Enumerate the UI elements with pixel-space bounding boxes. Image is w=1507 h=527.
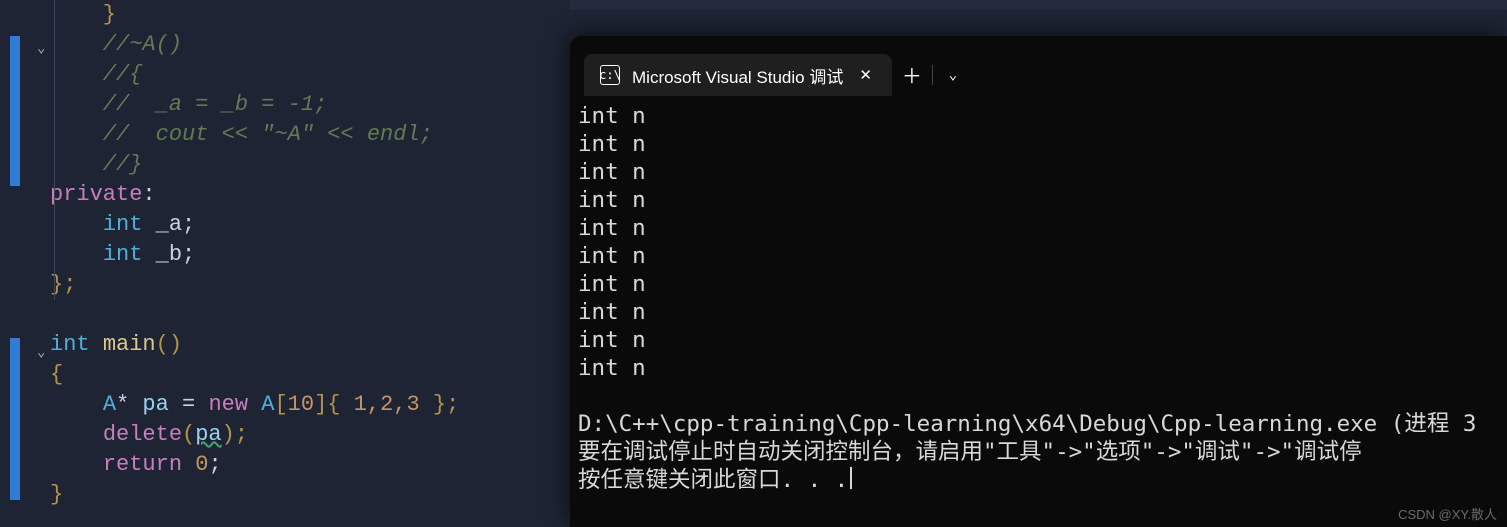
terminal-tab[interactable]: c:\ Microsoft Visual Studio 调试 ✕	[584, 54, 892, 96]
chevron-down-icon[interactable]: ⌄	[933, 67, 973, 84]
code-type-int: int	[50, 332, 90, 357]
code-type-A: A	[261, 392, 274, 417]
code-keyword-new: new	[208, 392, 248, 417]
code-comment: //}	[50, 152, 142, 177]
chevron-down-icon[interactable]: ⌄	[37, 344, 45, 361]
code-type-int: int	[103, 212, 143, 237]
indent-guide	[54, 0, 55, 300]
code-brace: }	[50, 482, 63, 507]
code-type-int: int	[103, 242, 143, 267]
code-number: 10	[288, 392, 314, 417]
code-comment: // cout << "~A" << endl;	[50, 122, 433, 147]
code-keyword-return: return	[103, 452, 182, 477]
editor-gutter: ⌄ ⌄	[0, 0, 50, 527]
code-type-A: A	[103, 392, 116, 417]
code-var-pa: pa	[142, 392, 168, 417]
code-keyword-private: private	[50, 182, 142, 207]
fold-mark-block1	[10, 36, 20, 186]
code-var: _a	[142, 212, 182, 237]
code-comment: // _a = _b = -1;	[50, 92, 327, 117]
terminal-window: c:\ Microsoft Visual Studio 调试 ✕ ＋ ⌄ int…	[570, 36, 1507, 527]
text-cursor	[850, 467, 852, 489]
fold-mark-block2	[10, 338, 20, 500]
console-icon: c:\	[600, 65, 620, 85]
code-token: }	[50, 2, 116, 27]
close-icon[interactable]: ✕	[855, 62, 876, 88]
code-keyword-delete: delete	[103, 422, 182, 447]
terminal-tab-title: Microsoft Visual Studio 调试	[632, 63, 843, 88]
code-func-main: main	[103, 332, 156, 357]
new-tab-button[interactable]: ＋	[892, 60, 932, 90]
code-comment: //{	[50, 62, 142, 87]
watermark-text: CSDN @XY.散人	[1398, 504, 1497, 523]
code-number-list: 1,2,3	[354, 392, 420, 417]
code-var-pa-squiggle: pa	[195, 422, 221, 447]
code-editor: ⌄ ⌄ } //~A() //{ // _a = _b = -1; // cou…	[0, 0, 570, 527]
code-number: 0	[195, 452, 208, 477]
terminal-output[interactable]: int n int n int n int n int n int n int …	[570, 96, 1507, 500]
code-brace: {	[50, 362, 63, 387]
terminal-titlebar[interactable]: c:\ Microsoft Visual Studio 调试 ✕ ＋ ⌄	[570, 36, 1507, 96]
code-var: _b	[142, 242, 182, 267]
chevron-down-icon[interactable]: ⌄	[37, 40, 45, 57]
code-comment: //~A()	[50, 32, 182, 57]
code-area[interactable]: } //~A() //{ // _a = _b = -1; // cout <<…	[50, 0, 570, 527]
